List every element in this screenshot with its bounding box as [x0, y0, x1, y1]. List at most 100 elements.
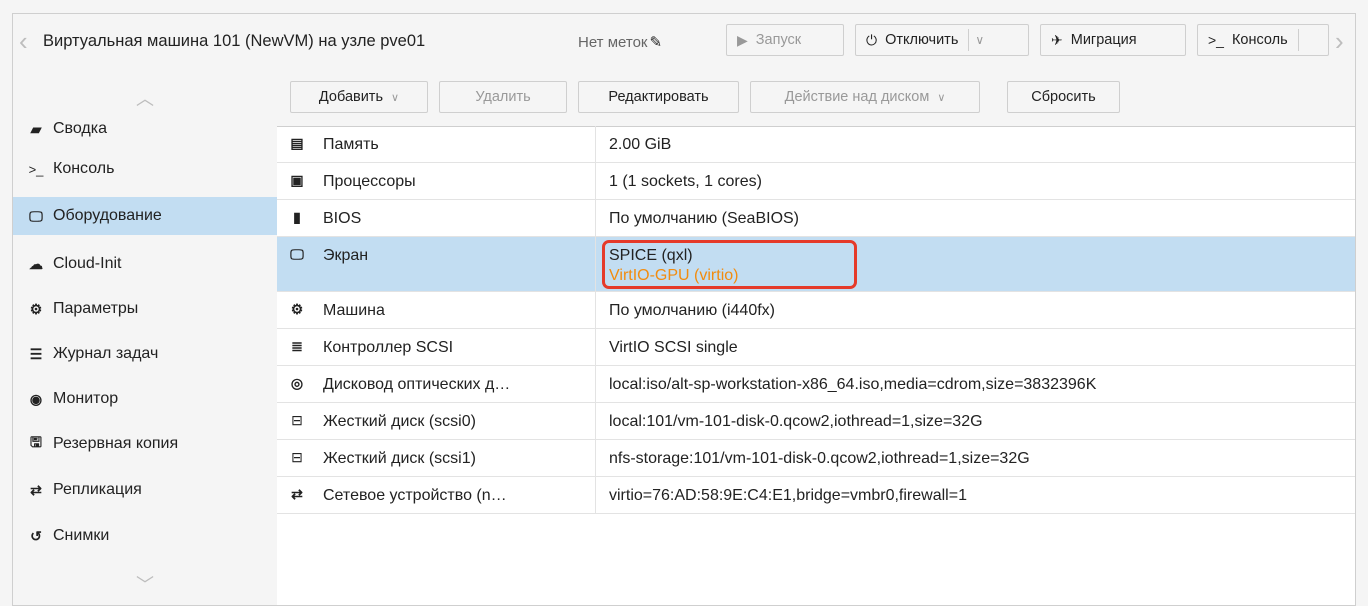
sidebar-item-backup[interactable]: 🖫 Резервная копия: [13, 425, 277, 463]
chevron-left-icon[interactable]: ‹: [19, 28, 33, 54]
tags-text: Нет меток: [578, 34, 648, 51]
pencil-icon[interactable]: ✎: [649, 34, 662, 51]
column-divider: [595, 477, 596, 513]
scroll-down-icon[interactable]: ﹀: [133, 571, 157, 595]
row-key: Сетевое устройство (n…: [323, 487, 507, 504]
row-value: VirtIO SCSI single: [609, 339, 738, 356]
bios-icon: ▮: [293, 209, 301, 225]
button-separator: [968, 29, 970, 51]
sidebar-item-hardware[interactable]: 🖵 Оборудование: [13, 197, 277, 235]
console-label: Консоль: [1231, 32, 1288, 48]
paper-plane-icon: ✈: [1051, 31, 1063, 48]
sidebar-item-label: Оборудование: [53, 207, 162, 224]
hardware-row-memory[interactable]: ▤ Память 2.00 GiB: [277, 126, 1355, 163]
column-divider: [595, 403, 596, 439]
migrate-button[interactable]: ✈ Миграция: [1040, 24, 1186, 56]
hardware-row-cdrom[interactable]: ◎ Дисковод оптических д… local:iso/alt-s…: [277, 366, 1355, 403]
hardware-row-disk-scsi0[interactable]: ⊟ Жесткий диск (scsi0) local:101/vm-101-…: [277, 403, 1355, 440]
app-frame: ‹ Виртуальная машина 101 (NewVM) на узле…: [0, 0, 1368, 606]
sidebar-item-label: Журнал задач: [53, 345, 159, 362]
row-key: Жесткий диск (scsi1): [323, 450, 476, 467]
sidebar-item-label: Сводка: [53, 120, 108, 137]
database-icon: ≣: [291, 338, 303, 354]
start-label: Запуск: [755, 32, 802, 48]
terminal-icon: >_: [28, 161, 44, 177]
tags-label[interactable]: Нет меток ✎: [578, 33, 662, 51]
add-button[interactable]: Добавить ∨: [290, 81, 428, 113]
power-icon: ⏻: [866, 31, 878, 48]
sidebar-item-label: Монитор: [53, 390, 119, 407]
column-divider: [595, 440, 596, 476]
sidebar-item-console[interactable]: >_ Консоль: [13, 150, 277, 188]
disk-action-button[interactable]: Действие над диском ∨: [750, 81, 980, 113]
console-button[interactable]: >_ Консоль: [1197, 24, 1329, 56]
hardware-row-display[interactable]: 🖵 Экран SPICE (qxl) VirtIO-GPU (virtio): [277, 237, 1355, 292]
sidebar-item-cloud-init[interactable]: ☁ Cloud-Init: [13, 245, 277, 283]
column-divider: [595, 163, 596, 199]
network-icon: ⇄: [291, 486, 303, 502]
hdd-icon: ⊟: [291, 412, 303, 428]
page-title: Виртуальная машина 101 (NewVM) на узле p…: [43, 32, 426, 50]
sidebar-item-label: Консоль: [53, 160, 115, 177]
vm-header: ‹ Виртуальная машина 101 (NewVM) на узле…: [13, 14, 1355, 70]
row-key: Контроллер SCSI: [323, 339, 454, 356]
cloud-icon: ☁: [29, 255, 43, 272]
button-separator: [1297, 29, 1299, 51]
migrate-label: Миграция: [1070, 32, 1137, 48]
row-key: Процессоры: [323, 173, 416, 190]
row-value: local:iso/alt-sp-workstation-x86_64.iso,…: [609, 376, 1097, 393]
cpu-icon: ▣: [290, 172, 304, 188]
replication-icon: ⇄: [30, 481, 42, 498]
row-key: Машина: [323, 302, 385, 319]
gear-icon: ⚙: [29, 300, 43, 317]
sidebar-item-label: Параметры: [53, 300, 139, 317]
row-value: 2.00 GiB: [609, 136, 672, 153]
chevron-down-icon[interactable]: ∨: [975, 33, 984, 47]
display-icon: 🖵: [290, 246, 304, 262]
row-key: Экран: [323, 247, 369, 264]
sidebar-item-snapshots[interactable]: ↺ Снимки: [13, 517, 277, 555]
row-value: По умолчанию (i440fx): [609, 302, 775, 319]
scroll-up-icon[interactable]: ︿: [133, 85, 157, 109]
history-icon: ↺: [30, 527, 42, 544]
row-key: Жесткий диск (scsi0): [323, 413, 476, 430]
row-key: Дисковод оптических д…: [323, 376, 511, 393]
shutdown-button[interactable]: ⏻ Отключить ∨: [855, 24, 1029, 56]
column-divider: [595, 366, 596, 402]
remove-label: Удалить: [475, 89, 531, 105]
sidebar-item-replication[interactable]: ⇄ Репликация: [13, 471, 277, 509]
column-divider: [595, 237, 596, 291]
list-icon: ☰: [29, 345, 43, 362]
remove-button[interactable]: Удалить: [439, 81, 567, 113]
reset-label: Сбросить: [1031, 89, 1096, 105]
start-button[interactable]: ▶ Запуск: [726, 24, 844, 56]
hardware-row-network[interactable]: ⇄ Сетевое устройство (n… virtio=76:AD:58…: [277, 477, 1355, 514]
hardware-row-scsi-controller[interactable]: ≣ Контроллер SCSI VirtIO SCSI single: [277, 329, 1355, 366]
hardware-row-cpu[interactable]: ▣ Процессоры 1 (1 sockets, 1 cores): [277, 163, 1355, 200]
reset-button[interactable]: Сбросить: [1007, 81, 1120, 113]
cdrom-icon: ◎: [290, 375, 304, 391]
sidebar-item-label: Резервная копия: [53, 435, 179, 452]
row-value: 1 (1 sockets, 1 cores): [609, 173, 762, 190]
sidebar-item-options[interactable]: ⚙ Параметры: [13, 290, 277, 328]
chevron-down-icon: ∨: [391, 91, 400, 104]
sidebar-item-label: Cloud-Init: [53, 255, 122, 272]
eye-icon: ◉: [29, 390, 43, 407]
memory-icon: ▤: [290, 135, 304, 151]
edit-label: Редактировать: [608, 89, 709, 105]
row-key: BIOS: [323, 210, 362, 227]
edit-button[interactable]: Редактировать: [578, 81, 739, 113]
sidebar-item-task-log[interactable]: ☰ Журнал задач: [13, 335, 277, 373]
row-value: По умолчанию (SeaBIOS): [609, 210, 800, 227]
hardware-row-disk-scsi1[interactable]: ⊟ Жесткий диск (scsi1) nfs-storage:101/v…: [277, 440, 1355, 477]
add-label: Добавить: [318, 89, 384, 105]
hardware-toolbar: Добавить ∨ Удалить Редактировать Действи…: [277, 69, 1355, 127]
sidebar-item-summary[interactable]: ▰ Сводка: [13, 110, 277, 148]
sidebar-item-monitor[interactable]: ◉ Монитор: [13, 380, 277, 418]
chevron-right-icon[interactable]: ›: [1335, 28, 1349, 54]
highlight-box: [602, 240, 857, 289]
hardware-row-bios[interactable]: ▮ BIOS По умолчанию (SeaBIOS): [277, 200, 1355, 237]
monitor-icon: 🖵: [29, 207, 43, 224]
hardware-row-machine[interactable]: ⚙ Машина По умолчанию (i440fx): [277, 292, 1355, 329]
sidebar-item-label: Снимки: [53, 527, 110, 544]
